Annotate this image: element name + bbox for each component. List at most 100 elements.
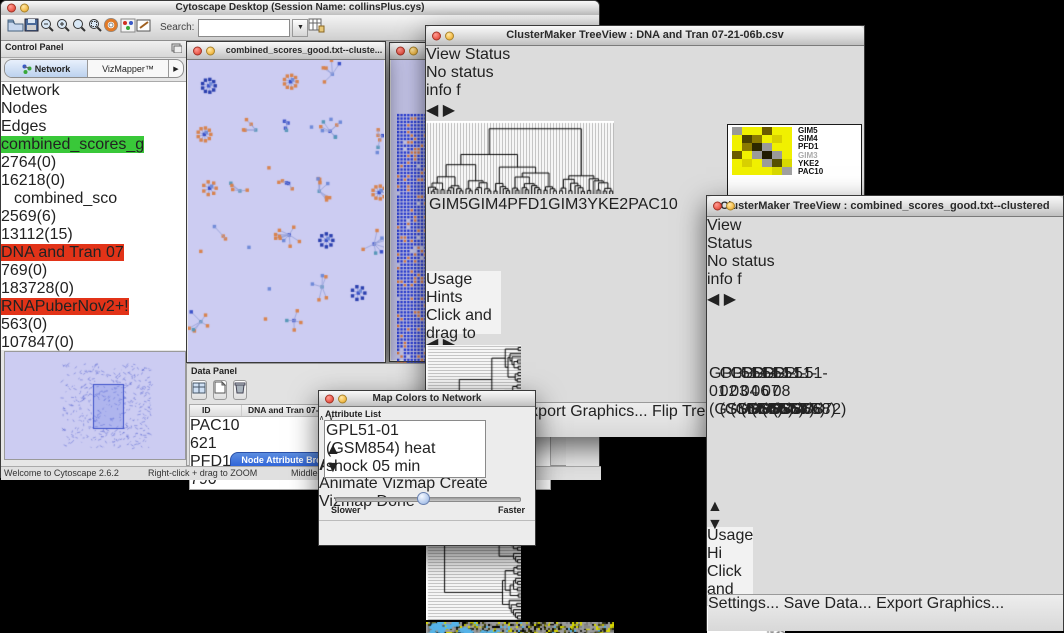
column-label: GPL51-01 (GSM854)	[709, 365, 720, 446]
scrollbar-thumb[interactable]	[707, 446, 719, 498]
heatmap-canvas[interactable]	[426, 622, 614, 633]
treeview1-column-labels: GIM5GIM4PFD1GIM3YKE2PAC10	[426, 196, 492, 271]
treeview1-usage-hints-panel: Usage Hints Click and drag to	[426, 271, 501, 334]
window-controls	[7, 4, 42, 13]
zoom-in-icon	[55, 18, 71, 33]
data-panel-toolbar	[191, 380, 247, 400]
column-label: GPL51-07 (GSM868)	[762, 365, 773, 446]
attribute-item[interactable]: GPL51-01 (GSM854) heat shock 05 min	[326, 422, 472, 476]
tab-more-button[interactable]: ▶	[169, 60, 183, 77]
minimize-icon[interactable]	[409, 47, 418, 56]
network-row[interactable]: combined_scores_g2764(0)16218(0)	[1, 136, 187, 190]
network1-view[interactable]	[188, 60, 384, 361]
treeview2-title: ClusterMaker TreeView : combined_scores_…	[720, 200, 1049, 212]
minimize-icon[interactable]	[726, 202, 735, 211]
treeview1-heatmap[interactable]	[426, 622, 616, 633]
delete-attribute-button[interactable]	[233, 380, 247, 400]
column-label: GIM3	[548, 196, 587, 271]
matrix-cell	[762, 159, 772, 167]
close-icon[interactable]	[396, 47, 405, 56]
zoom-window-icon[interactable]	[33, 4, 42, 13]
close-icon[interactable]	[713, 202, 722, 211]
matrix-cell	[742, 143, 752, 151]
zoom-selected-button[interactable]	[71, 18, 87, 38]
column-header[interactable]: ID	[190, 405, 242, 416]
annotation-button[interactable]	[136, 18, 152, 38]
float-panel-icon[interactable]	[171, 43, 182, 53]
tab-vizmapper-label: VizMapper™	[102, 64, 154, 74]
zoom-window-icon[interactable]	[458, 31, 467, 40]
new-attribute-button[interactable]	[213, 380, 227, 400]
search-dropdown-button[interactable]: ▼	[292, 19, 308, 37]
lifesaver-icon	[103, 17, 120, 33]
settings-button[interactable]: Settings...	[708, 595, 779, 612]
faster-label: Faster	[498, 505, 525, 515]
scroll-up-icon[interactable]: ▲	[707, 498, 723, 515]
save-button[interactable]	[24, 18, 39, 37]
zoom-in-button[interactable]	[55, 18, 71, 38]
tab-network[interactable]: Network	[5, 60, 88, 77]
close-icon[interactable]	[193, 46, 202, 55]
similarity-matrix[interactable]	[732, 127, 792, 175]
attribute-item[interactable]: GPL51-02 (GSM855) heat shock 10 min	[326, 476, 472, 478]
vizmapper-button[interactable]	[120, 18, 136, 38]
scroll-left-icon[interactable]: ◀	[426, 102, 438, 119]
treeview1-titlebar[interactable]: ClusterMaker TreeView : DNA and Tran 07-…	[426, 26, 864, 46]
help-button[interactable]	[103, 17, 120, 38]
import-table-button[interactable]	[308, 17, 325, 38]
zoom-out-button[interactable]	[39, 18, 55, 38]
close-icon[interactable]	[7, 4, 16, 13]
save-data-button[interactable]: Save Data...	[784, 595, 872, 612]
treeview2-buttonbar: Settings... Save Data... Export Graphics…	[708, 594, 1063, 631]
open-file-button[interactable]	[7, 18, 24, 37]
matrix-cell	[752, 127, 762, 135]
close-icon[interactable]	[432, 31, 441, 40]
network-row[interactable]: RNAPuberNov2+!563(0)107847(0)	[1, 298, 187, 352]
network-edges-count: 13112(15)	[1, 226, 187, 244]
main-titlebar[interactable]: Cytoscape Desktop (Session Name: collins…	[1, 1, 599, 16]
minimize-icon[interactable]	[20, 4, 29, 13]
matrix-cell	[772, 151, 782, 159]
view-status-hscrollbar[interactable]: ◀ ▶	[426, 100, 517, 111]
network1-canvas[interactable]	[188, 60, 384, 362]
network-table-body: combined_scores_g2764(0)16218(0)combined…	[1, 136, 187, 352]
minimize-icon[interactable]	[206, 46, 215, 55]
network-overview-canvas[interactable]	[5, 352, 183, 457]
zoom-window-icon[interactable]	[739, 202, 748, 211]
matrix-cell	[732, 127, 742, 135]
network1-titlebar[interactable]: combined_scores_good.txt--cluste...	[187, 42, 385, 60]
zoom-fit-button[interactable]	[87, 18, 103, 38]
minimize-icon[interactable]	[445, 31, 454, 40]
tab-more-arrow: ▶	[173, 65, 178, 73]
scroll-right-icon[interactable]: ▶	[443, 102, 455, 119]
treeview2-titlebar[interactable]: ClusterMaker TreeView : combined_scores_…	[707, 196, 1063, 217]
network-name-label: combined_scores_g	[1, 136, 144, 153]
export-graphics-button[interactable]: Export Graphics...	[876, 595, 1004, 612]
zoom-window-icon[interactable]	[351, 394, 360, 403]
close-icon[interactable]	[325, 394, 334, 403]
control-panel: Control Panel Network VizMapper™ ▶	[1, 41, 187, 466]
network-table-header: Network Nodes Edges	[1, 82, 187, 136]
scroll-right-icon[interactable]: ▶	[724, 291, 736, 308]
column-dendrogram-canvas[interactable]	[426, 121, 614, 194]
column-header[interactable]: Nodes	[1, 100, 47, 118]
tab-vizmapper[interactable]: VizMapper™	[88, 60, 169, 77]
labels-vscrollbar[interactable]: ▲ ▼	[707, 446, 719, 527]
dialog-titlebar[interactable]: Map Colors to Network	[319, 391, 535, 407]
speed-slider-thumb[interactable]	[417, 492, 430, 505]
search-input[interactable]	[198, 19, 290, 37]
select-attributes-button[interactable]	[191, 380, 207, 400]
column-label: GPL51-04 (GSM857)	[741, 365, 752, 446]
treeview1-column-dendrogram[interactable]	[426, 121, 616, 196]
network-row[interactable]: DNA and Tran 07769(0)183728(0)	[1, 244, 187, 298]
minimize-icon[interactable]	[338, 394, 347, 403]
column-header[interactable]: Edges	[1, 118, 48, 136]
scroll-left-icon[interactable]: ◀	[707, 291, 719, 308]
attribute-list[interactable]: GPL51-01 (GSM854) heat shock 05 minGPL51…	[324, 420, 486, 478]
settings-label: Settings...	[708, 595, 779, 612]
network-overview-panel[interactable]	[4, 351, 186, 460]
export-graphics-button[interactable]: Export Graphics...	[520, 403, 648, 420]
column-header[interactable]: Network	[1, 82, 94, 100]
network-row[interactable]: combined_sco2569(6)13112(15)	[1, 190, 187, 244]
zoom-window-icon[interactable]	[219, 46, 228, 55]
